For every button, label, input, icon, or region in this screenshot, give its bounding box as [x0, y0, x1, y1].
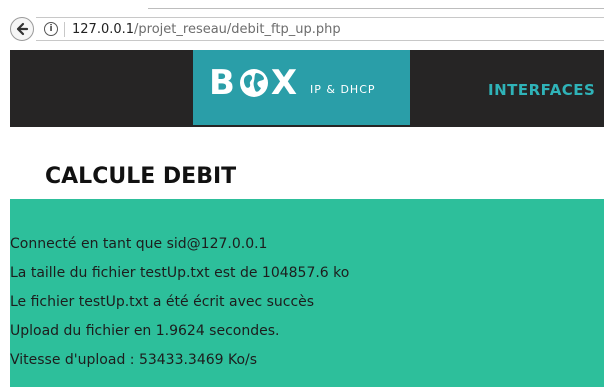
url-text[interactable]: 127.0.0.1/projet_reseau/debit_ftp_up.php [72, 21, 341, 38]
result-line-connected: Connecté en tant que sid@127.0.0.1 [10, 236, 268, 252]
result-line-upload-time: Upload du fichier en 1.9624 secondes. [10, 323, 280, 339]
page-title: CALCULE DEBIT [45, 164, 237, 189]
url-path: /projet_reseau/debit_ftp_up.php [134, 22, 341, 37]
logo-letter-x: X [270, 63, 300, 103]
result-line-write-success: Le fichier testUp.txt a été écrit avec s… [10, 294, 315, 310]
site-logo[interactable]: B X IP & DHCP [193, 50, 410, 125]
logo-letter-b: B [209, 63, 237, 103]
url-host: 127.0.0.1 [72, 22, 135, 37]
address-bar[interactable]: i 127.0.0.1/projet_reseau/debit_ftp_up.p… [36, 17, 604, 41]
result-panel: Connecté en tant que sid@127.0.0.1 La ta… [10, 199, 604, 387]
browser-toolbar: i 127.0.0.1/projet_reseau/debit_ftp_up.p… [0, 0, 604, 42]
back-button[interactable] [10, 17, 34, 41]
site-info-icon[interactable]: i [44, 22, 58, 36]
result-line-file-size: La taille du fichier testUp.txt est de 1… [10, 265, 350, 281]
logo-wordmark: B X [209, 63, 299, 103]
address-separator [64, 22, 65, 37]
globe-icon [239, 69, 268, 97]
logo-subtitle: IP & DHCP [310, 83, 376, 96]
site-navbar: B X IP & DHCP INTERFACES [10, 50, 604, 127]
arrow-left-icon [16, 22, 29, 36]
nav-item-interfaces[interactable]: INTERFACES [488, 81, 595, 99]
result-line-upload-speed: Vitesse d'upload : 53433.3469 Ko/s [10, 352, 258, 368]
window-edge-divider [148, 8, 604, 9]
